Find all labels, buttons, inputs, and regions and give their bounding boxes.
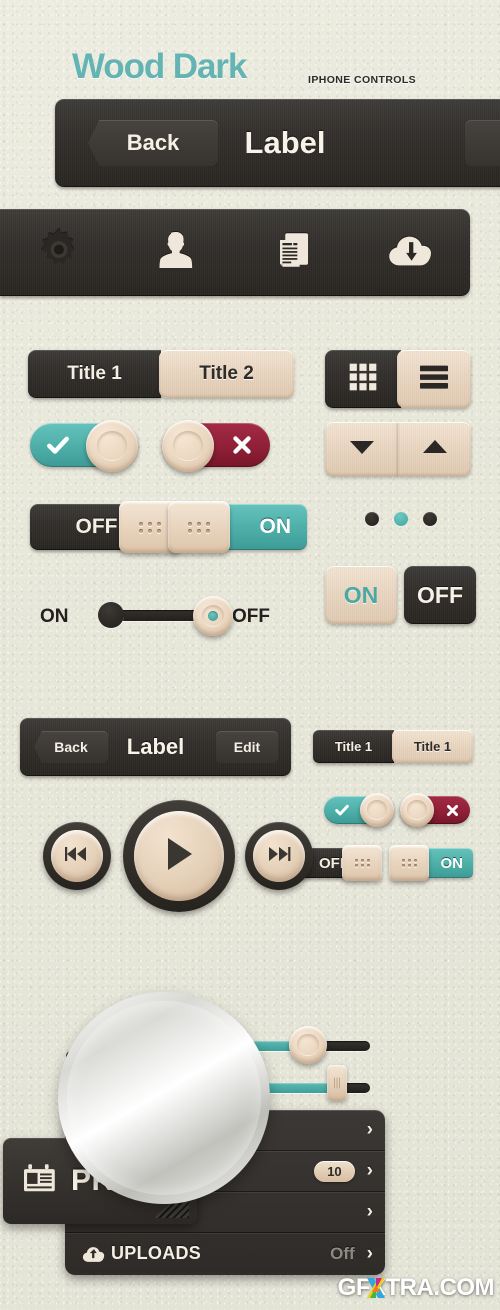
view-mode-segmented-control — [325, 350, 471, 408]
toggle-knob[interactable] — [162, 420, 214, 472]
check-icon — [326, 796, 358, 824]
grip-dots — [354, 859, 370, 867]
page-dot-1[interactable] — [365, 512, 379, 526]
chevron-right-icon: › — [366, 1119, 373, 1140]
chevron-right-icon: › — [366, 1242, 373, 1264]
navbar-right-button[interactable] — [465, 120, 500, 166]
navigation-bar-large: Label Back — [55, 99, 500, 187]
previous-track-icon — [64, 845, 90, 868]
on-off-line-slider[interactable]: ON OFF — [40, 596, 270, 636]
toolbar-item-download[interactable] — [353, 228, 471, 277]
page-control-dots[interactable] — [365, 511, 445, 527]
next-track-icon — [266, 845, 292, 868]
grid-view-icon — [347, 361, 379, 398]
chevron-right-icon: › — [366, 1160, 373, 1181]
list-item-value: Off — [330, 1243, 355, 1263]
switch-off-large[interactable]: OFF — [30, 501, 181, 553]
play-icon — [162, 835, 196, 878]
off-button[interactable]: OFF — [404, 566, 476, 624]
segmented-control-small: Title 1 Title 1 — [313, 730, 475, 763]
toolbar-item-documents[interactable] — [235, 229, 353, 276]
toggle-switch-check-small[interactable] — [324, 793, 394, 827]
switch-grip[interactable] — [342, 845, 382, 881]
gear-icon — [36, 227, 82, 278]
line-slider-label-on: ON — [40, 606, 69, 627]
arrow-down-button[interactable] — [325, 422, 398, 476]
gfxtra-logo-icon — [366, 1278, 385, 1298]
stepper-control — [325, 422, 471, 476]
page-subtitle: IPHONE CONTROLS — [308, 74, 417, 86]
next-track-button[interactable] — [245, 822, 313, 890]
slider-knob-round[interactable] — [289, 1026, 327, 1064]
arrow-up-button[interactable] — [398, 422, 471, 476]
toggle-switch-cross[interactable] — [162, 420, 270, 472]
page-dot-2-active[interactable] — [394, 512, 408, 526]
person-icon — [154, 228, 198, 277]
segment-title-1[interactable]: Title 1 — [28, 350, 161, 398]
segment-small-1[interactable]: Title 1 — [313, 730, 394, 763]
page-dot-3[interactable] — [423, 512, 437, 526]
cloud-upload-icon — [77, 1244, 111, 1264]
cross-icon — [218, 423, 266, 467]
toggle-knob[interactable] — [86, 420, 138, 472]
status-badge: 10 — [314, 1160, 355, 1182]
on-button[interactable]: ON — [325, 566, 397, 624]
switch-on-small[interactable]: ON — [389, 845, 473, 881]
play-button[interactable] — [123, 800, 235, 912]
previous-track-button[interactable] — [43, 822, 111, 890]
tab-bar-toolbar — [0, 209, 470, 296]
edit-button[interactable]: Edit — [216, 731, 278, 763]
line-slider-cap — [98, 602, 124, 628]
contact-card-icon — [21, 1163, 59, 1200]
arrow-down-icon — [348, 438, 376, 461]
grip-dots — [188, 521, 210, 533]
cloud-download-icon — [386, 228, 436, 277]
toolbar-item-profile[interactable] — [118, 228, 236, 277]
watermark: GFXTRA.COM — [337, 1274, 495, 1302]
line-slider-knob[interactable] — [193, 596, 233, 636]
grip-lines-icon — [334, 1077, 340, 1089]
magnifier-lens — [58, 992, 270, 1204]
list-view-button[interactable] — [397, 350, 471, 408]
list-item-uploads[interactable]: UPLOADS Off › — [65, 1233, 385, 1274]
back-button[interactable]: Back — [88, 120, 218, 166]
toggle-knob[interactable] — [400, 793, 434, 827]
toggle-knob[interactable] — [360, 793, 394, 827]
switch-on-large[interactable]: ON — [168, 501, 307, 553]
segment-title-2[interactable]: Title 2 — [159, 350, 294, 398]
line-slider-label-off: OFF — [232, 606, 270, 627]
page-title: Wood Dark — [72, 47, 247, 86]
back-button-small[interactable]: Back — [34, 731, 108, 763]
knob-indicator-dot — [208, 611, 218, 621]
grip-dots — [401, 859, 417, 867]
chevron-right-icon: › — [366, 1201, 373, 1222]
switch-grip[interactable] — [168, 501, 230, 553]
navigation-bar-small: Label Back Edit — [20, 718, 291, 776]
segmented-control-large: Title 1 Title 2 — [28, 350, 296, 398]
document-icon — [273, 229, 315, 276]
toggle-switch-check[interactable] — [30, 420, 138, 472]
segment-small-2[interactable]: Title 1 — [392, 730, 473, 763]
page-header: Wood Dark IPHONE CONTROLS — [0, 25, 500, 86]
list-item-label: UPLOADS — [111, 1243, 202, 1263]
toolbar-item-settings[interactable] — [0, 227, 118, 278]
list-view-icon — [418, 362, 450, 397]
media-player-controls — [30, 800, 313, 912]
switch-grip[interactable] — [389, 845, 429, 881]
slider-knob[interactable] — [327, 1065, 347, 1101]
check-icon — [34, 423, 82, 467]
grid-view-button[interactable] — [325, 350, 401, 408]
watermark-text: GFXTRA.COM — [337, 1274, 495, 1301]
cross-icon — [436, 796, 468, 824]
arrow-up-icon — [421, 438, 449, 461]
slider-round[interactable] — [245, 1026, 370, 1064]
toggle-switch-cross-small[interactable] — [400, 793, 470, 827]
grip-dots — [139, 521, 161, 533]
